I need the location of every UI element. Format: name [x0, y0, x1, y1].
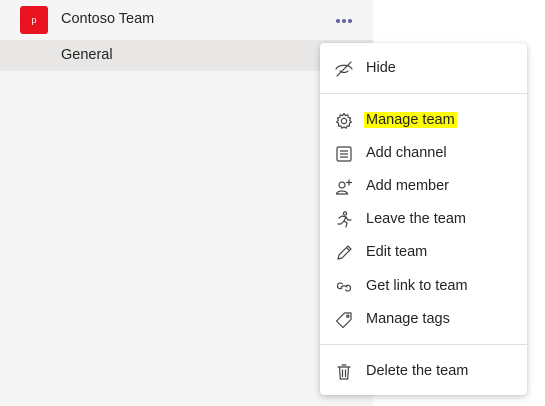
trash-icon — [334, 362, 354, 382]
menu-item-label: Leave the team — [366, 211, 466, 227]
gear-icon — [334, 111, 354, 131]
menu-item-edit-team[interactable]: Edit team — [320, 236, 527, 268]
team-name: Contoso Team — [61, 11, 155, 27]
more-horizontal-icon — [336, 19, 352, 23]
menu-item-label: Manage team — [364, 112, 457, 128]
menu-divider — [320, 93, 527, 94]
menu-item-label: Edit team — [366, 244, 428, 260]
pencil-icon — [334, 243, 354, 263]
menu-item-label: Add member — [366, 178, 450, 194]
link-icon — [334, 277, 354, 297]
menu-item-label: Delete the team — [366, 363, 469, 379]
menu-item-label: Get link to team — [366, 278, 468, 294]
menu-item-label: Manage tags — [366, 311, 450, 327]
teams-sidebar: p Contoso Team General — [0, 0, 373, 406]
menu-item-hide[interactable]: Hide — [320, 52, 527, 84]
menu-item-label: Add channel — [366, 145, 447, 161]
highlight-mark: Manage team — [364, 112, 457, 128]
menu-item-add-channel[interactable]: Add channel — [320, 137, 527, 169]
team-context-menu: Hide Manage team Add channel Add member … — [320, 43, 527, 395]
team-avatar-letter: p — [31, 15, 37, 25]
channel-list-icon — [334, 144, 354, 164]
channel-name: General — [61, 47, 113, 63]
team-row-contoso[interactable]: p Contoso Team — [0, 0, 373, 40]
person-add-icon — [334, 177, 354, 197]
menu-divider — [320, 344, 527, 345]
menu-item-label: Hide — [366, 60, 396, 76]
eye-off-icon — [334, 59, 354, 79]
menu-item-manage-team[interactable]: Manage team — [320, 104, 527, 136]
menu-item-get-link[interactable]: Get link to team — [320, 270, 527, 302]
person-running-icon — [334, 210, 354, 230]
channel-row-general[interactable]: General — [0, 40, 373, 71]
team-avatar: p — [20, 6, 48, 34]
menu-item-delete-team[interactable]: Delete the team — [320, 355, 527, 387]
menu-item-manage-tags[interactable]: Manage tags — [320, 303, 527, 335]
tag-icon — [334, 310, 354, 330]
menu-item-add-member[interactable]: Add member — [320, 170, 527, 202]
more-options-button[interactable] — [331, 12, 357, 30]
menu-item-leave-team[interactable]: Leave the team — [320, 203, 527, 235]
